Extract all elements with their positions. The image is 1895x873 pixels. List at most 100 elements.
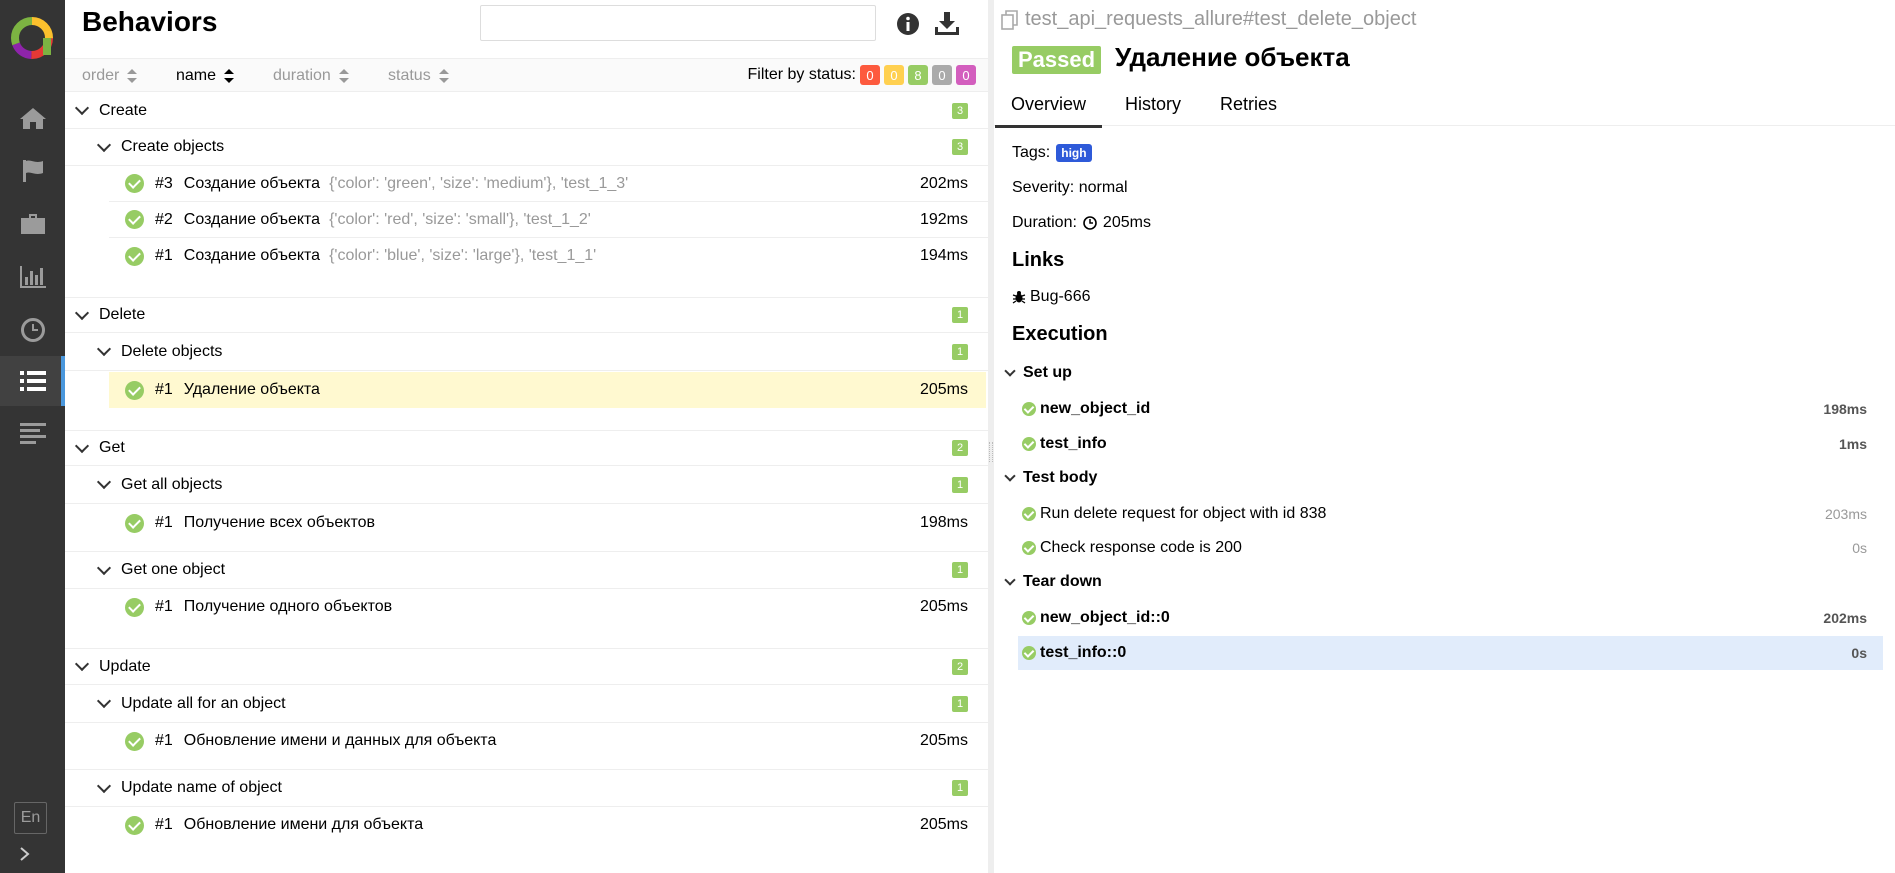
step-duration: 203ms xyxy=(1824,506,1867,522)
chevron-down-icon xyxy=(96,560,112,575)
filter-unknown[interactable]: 0 xyxy=(956,65,976,85)
sort-bar: order name duration status Filter by sta… xyxy=(65,58,988,92)
chevron-down-icon xyxy=(1004,573,1016,586)
setup-step[interactable]: new_object_id 198ms xyxy=(1018,392,1883,426)
home-icon xyxy=(19,108,46,129)
nav-suites[interactable] xyxy=(0,199,65,249)
story-row[interactable]: Create objects 3 xyxy=(65,129,988,166)
setup-label: Set up xyxy=(1023,364,1072,381)
splitter-grip-icon[interactable] xyxy=(989,442,993,462)
test-row-selected[interactable]: #1 Удаление объекта 205ms xyxy=(109,372,986,408)
teardown-section[interactable]: Tear down xyxy=(1004,573,1102,591)
test-row[interactable]: #1 Получение одного объектов 205ms xyxy=(109,589,988,625)
briefcase-icon xyxy=(20,214,45,234)
allure-logo[interactable] xyxy=(10,16,54,60)
passed-icon xyxy=(125,731,144,751)
feature-row[interactable]: Update 2 xyxy=(65,648,988,685)
test-duration: 198ms xyxy=(919,514,968,531)
feature-name: Delete xyxy=(99,306,146,323)
teardown-step-selected[interactable]: test_info::0 0s xyxy=(1018,636,1883,670)
duration-value: 205ms xyxy=(1102,214,1151,231)
body-step[interactable]: Check response code is 200 0s xyxy=(1018,531,1883,565)
test-row[interactable]: #2 Создание объекта {'color': 'red', 'si… xyxy=(109,202,988,238)
nav-graphs[interactable] xyxy=(0,252,65,302)
sort-duration[interactable]: duration xyxy=(273,67,349,85)
body-step[interactable]: Run delete request for object with id 83… xyxy=(1018,497,1883,531)
teardown-step[interactable]: new_object_id::0 202ms xyxy=(1018,601,1883,635)
test-path[interactable]: test_api_requests_allure#test_delete_obj… xyxy=(1001,8,1416,31)
test-row[interactable]: #1 Обновление имени для объекта 205ms xyxy=(109,807,988,843)
test-number: #3 xyxy=(155,174,173,192)
tab-retries[interactable]: Retries xyxy=(1220,94,1277,115)
tab-overview[interactable]: Overview xyxy=(994,94,1103,128)
link-text: Bug-666 xyxy=(1030,288,1091,305)
copy-icon[interactable] xyxy=(1001,9,1019,30)
filter-label: Filter by status: xyxy=(747,66,856,83)
filter-broken[interactable]: 0 xyxy=(884,65,904,85)
chevron-down-icon xyxy=(96,778,112,793)
story-row[interactable]: Get all objects 1 xyxy=(65,466,988,504)
tab-history[interactable]: History xyxy=(1125,94,1181,115)
test-detail-pane: test_api_requests_allure#test_delete_obj… xyxy=(994,0,1895,873)
story-row[interactable]: Get one object 1 xyxy=(65,551,988,589)
story-name: Update all for an object xyxy=(121,694,286,712)
nav-timeline[interactable] xyxy=(0,305,65,355)
feature-row[interactable]: Create 3 xyxy=(65,93,988,129)
language-selector[interactable]: En xyxy=(14,802,47,834)
passed-icon xyxy=(125,815,144,835)
info-button[interactable] xyxy=(894,10,922,38)
count-badge: 1 xyxy=(952,307,968,323)
feature-row[interactable]: Delete 1 xyxy=(65,297,988,333)
link-item[interactable]: Bug-666 xyxy=(1012,288,1091,306)
body-section[interactable]: Test body xyxy=(1004,469,1097,487)
test-row[interactable]: #1 Обновление имени и данных для объекта… xyxy=(109,723,988,759)
list-icon xyxy=(19,371,46,391)
test-row[interactable]: #1 Создание объекта {'color': 'blue', 's… xyxy=(109,238,988,274)
step-name: new_object_id xyxy=(1040,400,1151,417)
passed-icon xyxy=(1022,646,1036,660)
feature-row[interactable]: Get 2 xyxy=(65,430,988,466)
nav-overview[interactable] xyxy=(0,93,65,143)
severity-row: Severity: normal xyxy=(1012,179,1128,196)
nav-categories[interactable] xyxy=(0,146,65,196)
test-path-text: test_api_requests_allure#test_delete_obj… xyxy=(1025,8,1417,30)
test-row[interactable]: #1 Получение всех объектов 198ms xyxy=(109,505,988,541)
filter-passed[interactable]: 8 xyxy=(908,65,928,85)
filter-failed[interactable]: 0 xyxy=(860,65,880,85)
nav-packages[interactable] xyxy=(0,408,65,458)
sort-status[interactable]: status xyxy=(388,67,449,85)
test-number: #1 xyxy=(155,816,173,833)
passed-icon xyxy=(1022,437,1036,451)
expand-chevron-icon[interactable] xyxy=(18,846,32,862)
test-params: {'color': 'red', 'size': 'small'}, 'test… xyxy=(329,210,591,228)
story-name: Get all objects xyxy=(121,475,223,493)
setup-section[interactable]: Set up xyxy=(1004,364,1072,382)
passed-icon xyxy=(125,246,144,266)
story-name: Update name of object xyxy=(121,779,282,796)
teardown-label: Tear down xyxy=(1023,573,1102,590)
test-duration: 202ms xyxy=(919,174,968,192)
search-input[interactable] xyxy=(480,5,876,41)
story-row[interactable]: Update name of object 1 xyxy=(65,769,988,807)
story-name: Get one object xyxy=(121,561,226,578)
sort-order[interactable]: order xyxy=(82,67,138,85)
status-badge: Passed xyxy=(1012,46,1102,74)
sort-arrows-icon xyxy=(224,69,235,83)
step-duration: 0s xyxy=(1852,540,1867,556)
sort-name[interactable]: name xyxy=(176,67,235,85)
test-row[interactable]: #3 Создание объекта {'color': 'green', '… xyxy=(109,166,988,202)
filter-skipped[interactable]: 0 xyxy=(932,65,952,85)
story-row[interactable]: Update all for an object 1 xyxy=(65,685,988,723)
tags-label: Tags: xyxy=(1012,144,1051,161)
passed-icon xyxy=(125,210,144,229)
duration-label: Duration: xyxy=(1012,214,1077,231)
sort-arrows-icon xyxy=(338,69,349,83)
count-badge: 1 xyxy=(952,343,968,360)
download-button[interactable] xyxy=(933,10,961,38)
passed-icon xyxy=(1022,541,1036,555)
story-row[interactable]: Delete objects 1 xyxy=(65,333,988,371)
chevron-down-icon xyxy=(96,693,112,709)
setup-step[interactable]: test_info 1ms xyxy=(1018,427,1883,461)
sort-order-label: order xyxy=(82,67,120,84)
nav-behaviors[interactable] xyxy=(0,356,65,406)
